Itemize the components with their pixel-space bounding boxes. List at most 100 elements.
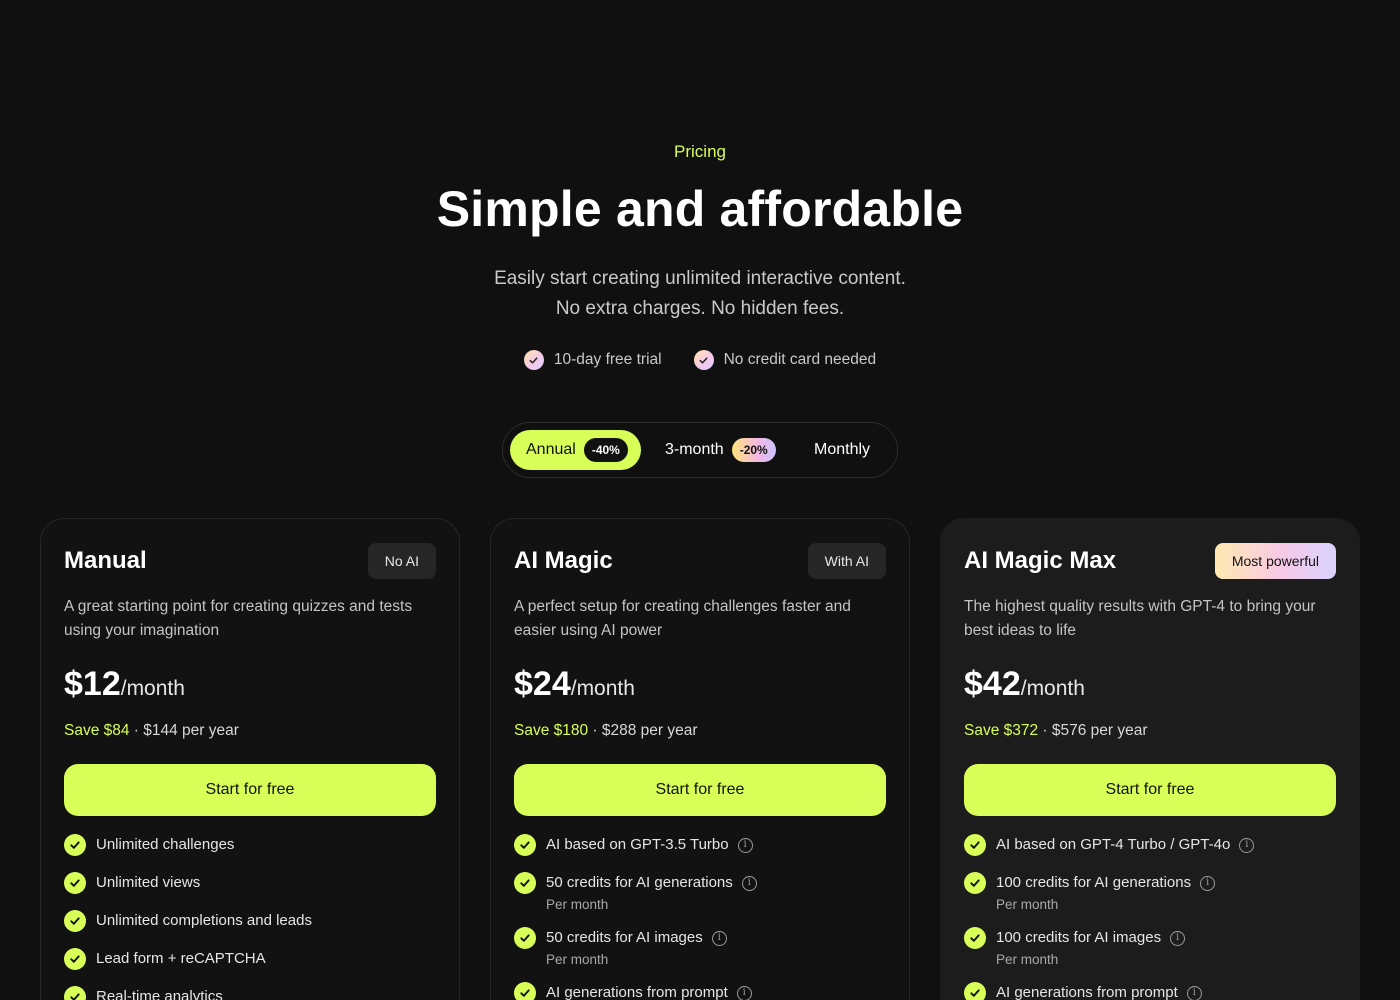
info-icon[interactable]: i: [1170, 930, 1186, 946]
plan-description: A perfect setup for creating challenges …: [514, 598, 851, 639]
feature-text: 100 credits for AI images i Per month: [996, 928, 1186, 969]
feature-text: Unlimited views: [96, 873, 200, 893]
feature-item: AI generations from prompt i: [514, 982, 886, 1000]
page-title: Simple and affordable: [436, 181, 964, 237]
feature-label: Unlimited challenges: [96, 836, 235, 853]
feature-label: AI based on GPT-3.5 Turbo: [546, 836, 729, 853]
check-circle-icon: [514, 834, 536, 856]
feature-label: 100 credits for AI images: [996, 929, 1162, 946]
feature-main-row: 50 credits for AI generations i: [546, 873, 757, 893]
check-circle-icon: [964, 872, 986, 894]
check-circle-icon: [964, 927, 986, 949]
page-subtitle: Easily start creating unlimited interact…: [0, 264, 1400, 324]
feature-text: AI based on GPT-4 Turbo / GPT-4o i: [996, 835, 1255, 855]
feature-main-row: AI generations from prompt i: [996, 983, 1202, 1000]
check-circle-icon: [514, 872, 536, 894]
plan-name: Manual: [64, 547, 147, 574]
check-circle-icon: [64, 986, 86, 1000]
feature-main-row: 100 credits for AI images i: [996, 928, 1186, 948]
info-icon[interactable]: i: [711, 930, 727, 946]
feature-main-row: 50 credits for AI images i: [546, 928, 727, 948]
feature-main-row: Unlimited views: [96, 873, 200, 893]
start-for-free-button[interactable]: Start for free: [514, 764, 886, 816]
feature-item: Unlimited completions and leads: [64, 910, 436, 932]
feature-text: 100 credits for AI generations i Per month: [996, 873, 1216, 914]
start-for-free-button[interactable]: Start for free: [964, 764, 1336, 816]
perk-label: No credit card needed: [723, 351, 877, 368]
feature-item: 50 credits for AI generations i Per month: [514, 872, 886, 914]
feature-list: AI based on GPT-4 Turbo / GPT-4o i 100 cre…: [964, 834, 1336, 1000]
check-circle-icon: [964, 834, 986, 856]
plan-price: $24 /month: [514, 665, 635, 704]
feature-label: AI generations from prompt: [996, 984, 1178, 1000]
feature-sublabel: Per month: [996, 897, 1059, 912]
check-circle-icon: [514, 982, 536, 1000]
billing-option-3-month[interactable]: 3-month -20%: [651, 430, 791, 470]
price-amount: $24: [514, 665, 571, 703]
plan-savings: Save $180 · $288 per year: [514, 722, 698, 740]
billing-option-label: Annual: [526, 441, 576, 458]
feature-list: Unlimited challenges Unlimited views Unlim…: [64, 834, 436, 1000]
feature-item: 100 credits for AI generations i Per month: [964, 872, 1336, 914]
billing-option-annual[interactable]: Annual -40%: [510, 430, 641, 470]
savings-amount: Save $84: [64, 722, 130, 739]
info-icon[interactable]: i: [1186, 985, 1202, 1000]
perk-no-credit-card: No credit card needed: [693, 348, 877, 372]
feature-label: 100 credits for AI generations: [996, 874, 1192, 891]
billing-option-monthly[interactable]: Monthly: [801, 430, 891, 470]
billing-option-label: 3-month: [665, 441, 724, 458]
plan-savings: Save $84 · $144 per year: [64, 722, 239, 740]
plan-name: AI Magic Max: [964, 547, 1117, 574]
info-icon[interactable]: i: [736, 985, 752, 1000]
feature-text: 50 credits for AI images i Per month: [546, 928, 727, 969]
plan-description: A great starting point for creating quiz…: [64, 598, 413, 639]
feature-label: 50 credits for AI images: [546, 929, 703, 946]
info-icon[interactable]: i: [1200, 875, 1216, 891]
feature-label: Unlimited views: [96, 874, 201, 891]
feature-text: 50 credits for AI generations i Per month: [546, 873, 757, 914]
check-circle-icon: [64, 910, 86, 932]
feature-main-row: AI generations from prompt i: [546, 983, 752, 1000]
feature-item: AI based on GPT-3.5 Turbo i: [514, 834, 886, 856]
plan-header: AI Magic Max Most powerful: [964, 543, 1336, 579]
discount-badge: -20%: [731, 438, 776, 462]
feature-item: AI based on GPT-4 Turbo / GPT-4o i: [964, 834, 1336, 856]
check-circle-icon: [964, 982, 986, 1000]
price-amount: $12: [64, 665, 121, 703]
price-period: /month: [570, 677, 635, 700]
feature-item: Real-time analytics: [64, 986, 436, 1000]
info-icon[interactable]: i: [741, 875, 757, 891]
feature-main-row: Unlimited completions and leads: [96, 911, 312, 931]
feature-text: Lead form + reCAPTCHA: [96, 949, 266, 969]
check-circle-icon: [64, 872, 86, 894]
feature-label: Lead form + reCAPTCHA: [96, 950, 266, 967]
perk-label: 10-day free trial: [553, 351, 662, 368]
feature-item: 50 credits for AI images i Per month: [514, 927, 886, 969]
feature-main-row: Lead form + reCAPTCHA: [96, 949, 266, 969]
feature-main-row: AI based on GPT-4 Turbo / GPT-4o i: [996, 835, 1255, 855]
feature-main-row: Unlimited challenges: [96, 835, 234, 855]
info-icon[interactable]: i: [737, 837, 753, 853]
perks-row: 10-day free trial No credit card needed: [0, 348, 1400, 372]
feature-item: Lead form + reCAPTCHA: [64, 948, 436, 970]
info-icon[interactable]: i: [1239, 837, 1255, 853]
plan-badge: Most powerful: [1214, 543, 1336, 579]
start-for-free-button[interactable]: Start for free: [64, 764, 436, 816]
plan-header: Manual No AI: [64, 543, 436, 579]
feature-label: AI based on GPT-4 Turbo / GPT-4o: [996, 836, 1231, 853]
plan-name: AI Magic: [514, 547, 613, 574]
feature-text: Unlimited challenges: [96, 835, 234, 855]
check-icon: [523, 350, 544, 370]
plan-description: The highest quality results with GPT-4 t…: [964, 598, 1316, 639]
yearly-total: · $576 per year: [1038, 722, 1148, 739]
feature-label: 50 credits for AI generations: [546, 874, 733, 891]
savings-amount: Save $372: [964, 722, 1039, 739]
plan-price: $42 /month: [964, 665, 1085, 704]
feature-sublabel: Per month: [546, 897, 609, 912]
feature-text: AI generations from prompt i: [996, 983, 1202, 1000]
check-circle-icon: [64, 948, 86, 970]
perk-free-trial: 10-day free trial: [523, 348, 662, 372]
feature-text: AI based on GPT-3.5 Turbo i: [546, 835, 753, 855]
plan-card-ai-magic-max: AI Magic Max Most powerful The highest q…: [940, 518, 1360, 1000]
feature-sublabel: Per month: [996, 952, 1059, 967]
